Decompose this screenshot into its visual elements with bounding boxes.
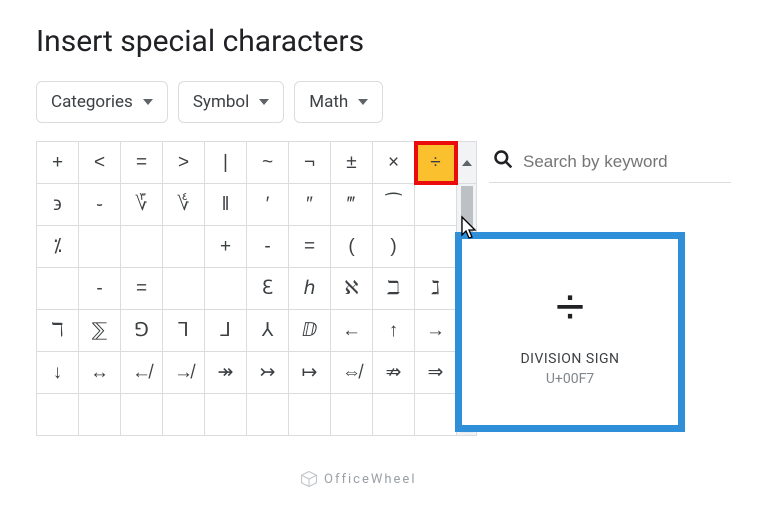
char-cell[interactable]: ″	[289, 184, 331, 226]
char-cell[interactable]: ±	[331, 142, 373, 184]
char-cell	[79, 394, 121, 436]
char-cell[interactable]: ¬	[289, 142, 331, 184]
grid-wrap: +<=>|~¬±×÷϶֊؆؇‖′″‴⁀⁒+-=()-=ℇℎℵℶℷℸ⅀⅁⅂⅃⅄ⅅ←…	[36, 141, 477, 436]
symbol-dropdown-label: Symbol	[193, 92, 249, 112]
char-cell[interactable]: (	[331, 226, 373, 268]
char-cell[interactable]: ↚	[121, 352, 163, 394]
char-cell[interactable]: |	[205, 142, 247, 184]
char-cell[interactable]: ⅅ	[289, 310, 331, 352]
char-cell[interactable]: →	[415, 310, 457, 352]
watermark: OfficeWheel	[300, 470, 416, 488]
char-cell[interactable]: +	[37, 142, 79, 184]
char-cell[interactable]: ↣	[247, 352, 289, 394]
char-cell[interactable]: ‖	[205, 184, 247, 226]
dialog-title: Insert special characters	[36, 24, 731, 59]
search-row	[489, 141, 731, 183]
char-cell[interactable]: =	[289, 226, 331, 268]
char-cell	[415, 394, 457, 436]
char-cell[interactable]: ֊	[79, 184, 121, 226]
char-cell	[163, 226, 205, 268]
char-cell[interactable]: ÷	[415, 142, 457, 184]
char-cell[interactable]: ×	[373, 142, 415, 184]
char-cell	[37, 268, 79, 310]
char-cell[interactable]: >	[163, 142, 205, 184]
char-cell	[163, 394, 205, 436]
char-cell	[415, 184, 457, 226]
char-cell[interactable]: ⇒	[415, 352, 457, 394]
char-cell[interactable]: ↔	[79, 352, 121, 394]
char-cell[interactable]: ↑	[373, 310, 415, 352]
tooltip-name: DIVISION SIGN	[520, 351, 619, 367]
char-cell[interactable]: ⅄	[247, 310, 289, 352]
math-dropdown[interactable]: Math	[294, 81, 383, 123]
char-cell[interactable]: ϶	[37, 184, 79, 226]
char-cell[interactable]: ؇	[163, 184, 205, 226]
char-cell[interactable]: ⅃	[205, 310, 247, 352]
char-cell[interactable]: <	[79, 142, 121, 184]
char-cell[interactable]: +	[205, 226, 247, 268]
char-cell[interactable]: )	[373, 226, 415, 268]
categories-dropdown[interactable]: Categories	[36, 81, 168, 123]
char-cell[interactable]: ؆	[121, 184, 163, 226]
character-tooltip: ÷ DIVISION SIGN U+00F7	[455, 232, 685, 432]
char-cell[interactable]: ~	[247, 142, 289, 184]
char-cell	[373, 394, 415, 436]
char-cell[interactable]: ℇ	[247, 268, 289, 310]
char-cell	[121, 394, 163, 436]
char-cell	[205, 268, 247, 310]
char-cell[interactable]: ℷ	[415, 268, 457, 310]
char-cell	[79, 226, 121, 268]
char-cell[interactable]: ⁀	[373, 184, 415, 226]
symbol-dropdown[interactable]: Symbol	[178, 81, 284, 123]
char-cell[interactable]: -	[79, 268, 121, 310]
scroll-thumb[interactable]	[461, 186, 473, 236]
char-cell	[289, 394, 331, 436]
tooltip-code: U+00F7	[546, 371, 594, 387]
char-cell	[415, 226, 457, 268]
char-cell	[121, 226, 163, 268]
char-cell[interactable]: ↦	[289, 352, 331, 394]
char-cell[interactable]: ←	[331, 310, 373, 352]
chevron-down-icon	[143, 99, 153, 105]
char-cell[interactable]: ℎ	[289, 268, 331, 310]
chevron-down-icon	[259, 99, 269, 105]
char-cell[interactable]: ℸ	[37, 310, 79, 352]
char-cell	[331, 394, 373, 436]
char-cell[interactable]: ⅂	[163, 310, 205, 352]
chevron-down-icon	[358, 99, 368, 105]
char-cell[interactable]: -	[247, 226, 289, 268]
char-cell[interactable]: ⁒	[37, 226, 79, 268]
char-cell[interactable]: ↓	[37, 352, 79, 394]
char-cell	[247, 394, 289, 436]
char-cell[interactable]: ⅀	[79, 310, 121, 352]
tooltip-glyph: ÷	[556, 277, 585, 337]
categories-dropdown-label: Categories	[51, 92, 133, 112]
char-cell[interactable]: ↛	[163, 352, 205, 394]
char-cell	[163, 268, 205, 310]
char-cell[interactable]: ⅁	[121, 310, 163, 352]
right-column	[489, 141, 731, 183]
search-icon	[493, 149, 513, 174]
char-cell	[37, 394, 79, 436]
character-grid: +<=>|~¬±×÷϶֊؆؇‖′″‴⁀⁒+-=()-=ℇℎℵℶℷℸ⅀⅁⅂⅃⅄ⅅ←…	[37, 142, 457, 436]
char-cell[interactable]: ⇎	[331, 352, 373, 394]
search-input[interactable]	[523, 152, 683, 172]
char-cell[interactable]: =	[121, 268, 163, 310]
watermark-text: OfficeWheel	[324, 472, 416, 487]
char-cell[interactable]: =	[121, 142, 163, 184]
chevron-up-icon	[462, 160, 472, 166]
char-cell[interactable]: ℵ	[331, 268, 373, 310]
char-cell	[205, 394, 247, 436]
char-cell[interactable]: ↠	[205, 352, 247, 394]
logo-icon	[300, 470, 318, 488]
char-cell[interactable]: ⇏	[373, 352, 415, 394]
dropdown-row: Categories Symbol Math	[36, 81, 731, 123]
math-dropdown-label: Math	[309, 92, 348, 112]
char-cell[interactable]: ‴	[331, 184, 373, 226]
scroll-up-button[interactable]	[457, 142, 476, 184]
char-cell[interactable]: ′	[247, 184, 289, 226]
char-cell[interactable]: ℶ	[373, 268, 415, 310]
